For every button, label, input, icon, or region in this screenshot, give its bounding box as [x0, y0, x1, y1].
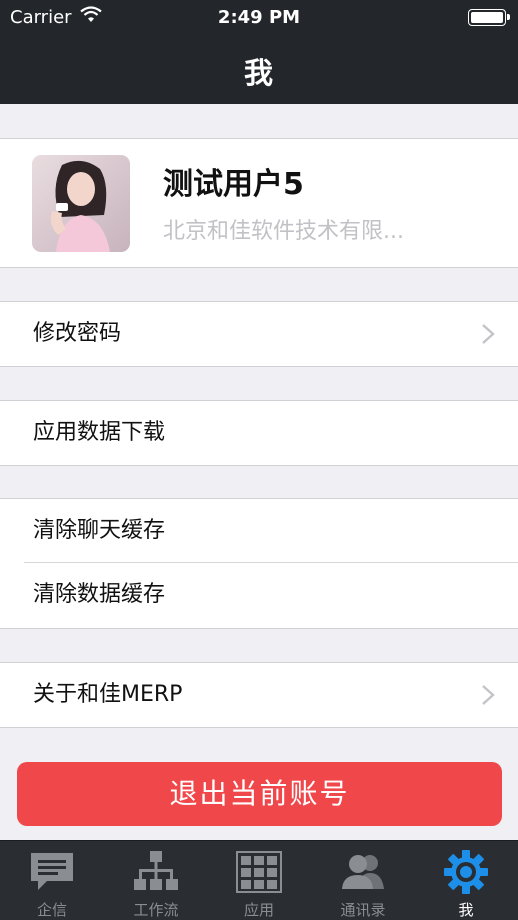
settings-group-2: 应用数据下载: [0, 400, 518, 466]
logout-button[interactable]: 退出当前账号: [17, 762, 502, 826]
settings-group-3: 清除聊天缓存 清除数据缓存: [0, 498, 518, 629]
settings-group-4: 关于和佳MERP: [0, 662, 518, 728]
app-data-download-label: 应用数据下载: [33, 420, 166, 445]
clear-data-cache-row[interactable]: 清除数据缓存: [0, 563, 518, 627]
battery-icon: [468, 9, 510, 26]
tab-me[interactable]: 我: [414, 841, 518, 920]
tab-contacts[interactable]: 通讯录: [311, 841, 415, 920]
clear-data-cache-label: 清除数据缓存: [33, 582, 166, 607]
profile-company: 北京和佳软件技术有限...: [163, 219, 404, 244]
about-label: 关于和佳MERP: [33, 682, 183, 707]
page-title: 我: [243, 56, 274, 90]
tab-label: 应用: [243, 901, 274, 919]
contacts-icon: [342, 855, 384, 889]
profile-name: 测试用户5: [163, 167, 304, 202]
about-row[interactable]: 关于和佳MERP: [0, 663, 518, 727]
change-password-row[interactable]: 修改密码: [0, 302, 518, 366]
tab-label: 通讯录: [340, 901, 386, 919]
chevron-right-icon: [482, 324, 495, 344]
tab-bar: 企信 工作流 应用 通讯录 我: [0, 840, 518, 920]
settings-group-1: 修改密码: [0, 301, 518, 367]
gear-icon: [444, 850, 488, 894]
top-bar: Carrier 2:49 PM 我: [0, 0, 518, 104]
status-bar: Carrier 2:49 PM: [0, 0, 518, 34]
clock: 2:49 PM: [217, 7, 301, 28]
clear-chat-cache-label: 清除聊天缓存: [33, 518, 166, 543]
tab-label: 工作流: [133, 901, 179, 919]
apps-grid-icon: [236, 851, 282, 893]
clear-chat-cache-row[interactable]: 清除聊天缓存: [24, 499, 518, 563]
profile-card[interactable]: 测试用户5 北京和佳软件技术有限...: [0, 138, 518, 268]
tab-qixin[interactable]: 企信: [0, 841, 104, 920]
app-data-download-row[interactable]: 应用数据下载: [0, 401, 518, 465]
change-password-label: 修改密码: [33, 321, 122, 346]
tab-workflow[interactable]: 工作流: [104, 841, 208, 920]
tab-label: 企信: [36, 901, 67, 919]
chevron-right-icon: [482, 685, 495, 705]
avatar[interactable]: [32, 155, 130, 252]
workflow-icon: [134, 851, 178, 890]
tab-label: 我: [458, 901, 474, 919]
chat-icon: [31, 853, 73, 890]
tab-apps[interactable]: 应用: [207, 841, 311, 920]
